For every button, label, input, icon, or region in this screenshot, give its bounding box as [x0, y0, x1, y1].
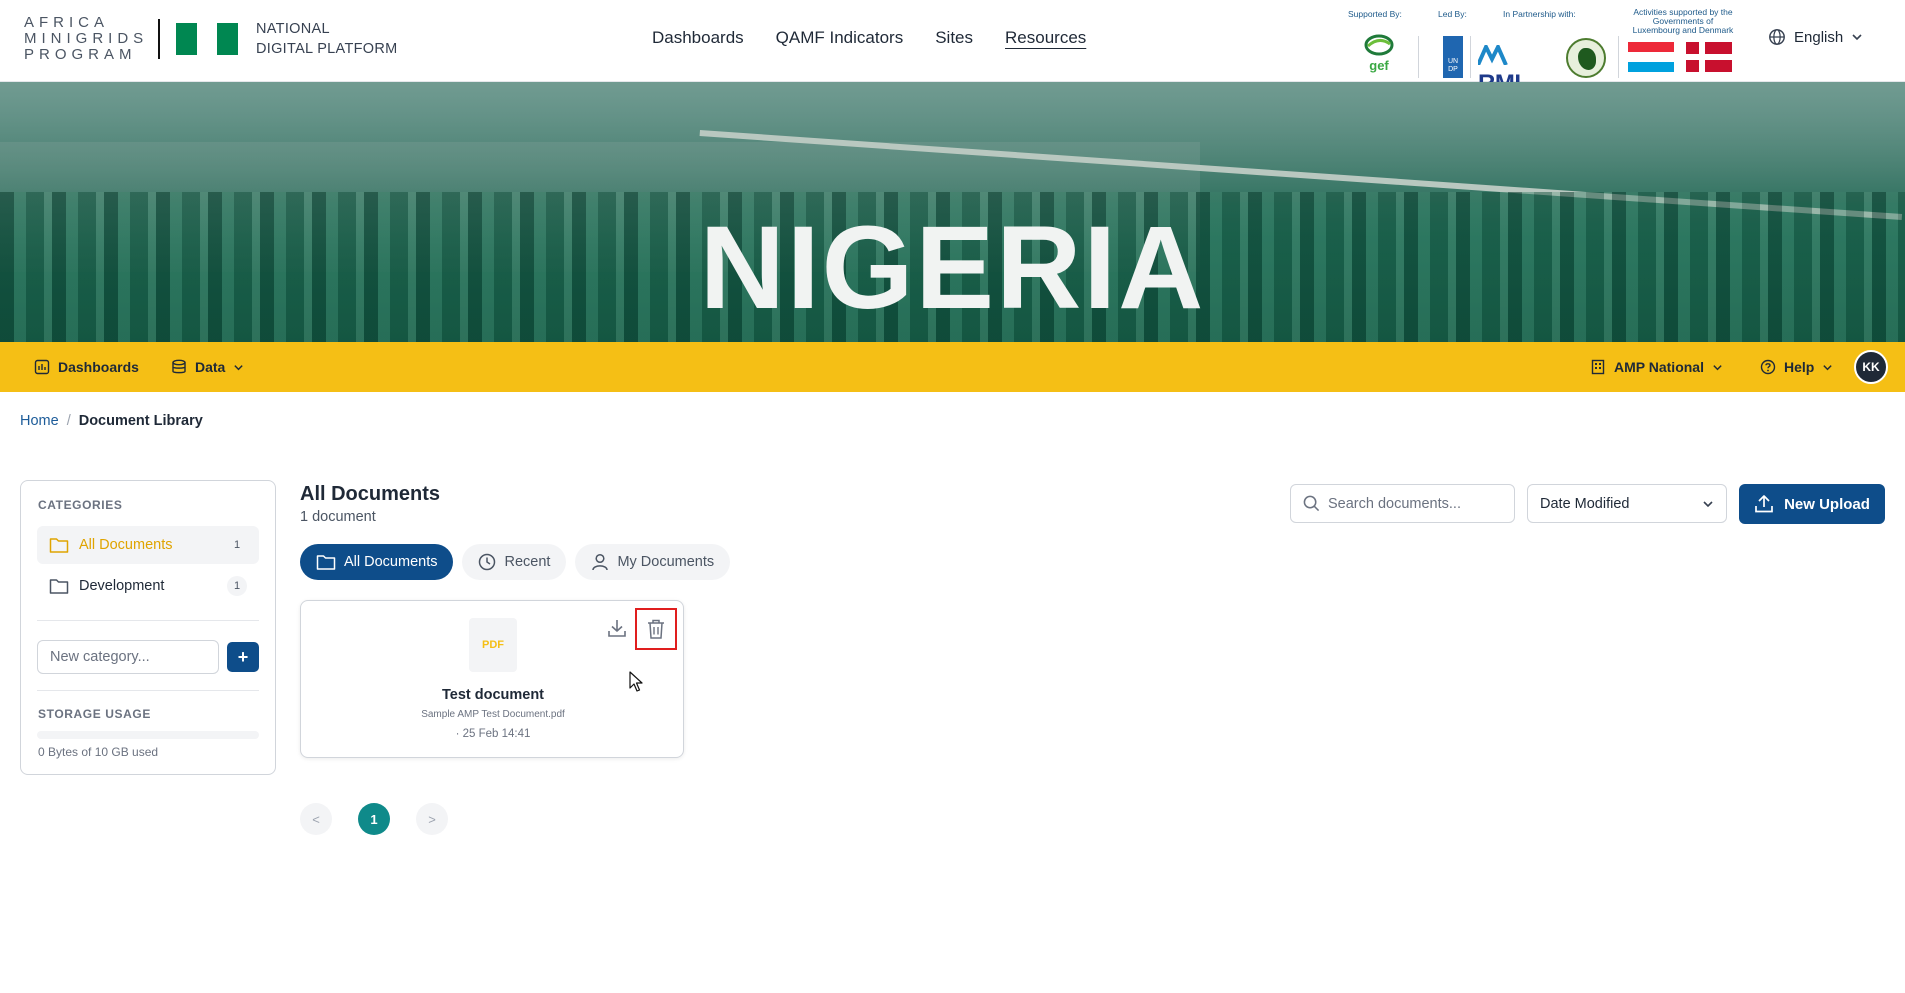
next-page-button[interactable]: >	[416, 803, 448, 835]
partner-separator	[1618, 36, 1619, 78]
sidebar-divider	[37, 690, 259, 691]
category-count-badge: 1	[227, 535, 247, 555]
help-circle-icon	[1760, 359, 1776, 375]
brand[interactable]: AFRICA MINIGRIDS PROGRAM NATIONAL DIGITA…	[24, 14, 398, 64]
nav-sites[interactable]: Sites	[935, 28, 973, 48]
categories-sidebar: CATEGORIES All Documents 1 Development 1…	[20, 480, 276, 775]
sort-value: Date Modified	[1540, 495, 1630, 512]
platform-name: NATIONAL DIGITAL PLATFORM	[256, 21, 398, 57]
luxembourg-flag-icon	[1628, 42, 1674, 72]
new-category-input[interactable]	[37, 640, 219, 674]
subnav-org-selector[interactable]: AMP National	[1590, 342, 1723, 392]
building-icon	[1591, 359, 1605, 375]
pdf-file-icon: PDF	[469, 618, 517, 672]
category-development[interactable]: Development 1	[37, 567, 259, 605]
partner-separator	[1418, 36, 1419, 78]
upload-icon	[1755, 495, 1773, 513]
trash-icon	[648, 619, 664, 639]
denmark-flag-icon	[1686, 42, 1732, 72]
category-all-documents[interactable]: All Documents 1	[37, 526, 259, 564]
user-avatar[interactable]: KK	[1854, 350, 1888, 384]
nigeria-flag-icon	[176, 23, 239, 55]
chevron-down-icon	[1703, 500, 1713, 507]
sort-select[interactable]: Date Modified	[1527, 484, 1727, 523]
gef-logo: gef	[1364, 34, 1394, 73]
chevron-down-icon	[1823, 364, 1833, 370]
new-upload-button[interactable]: New Upload	[1739, 484, 1885, 524]
document-date: · 25 Feb 14:41	[455, 728, 531, 740]
subnav-help[interactable]: Help	[1760, 342, 1833, 392]
folder-icon	[49, 579, 69, 594]
clock-icon	[479, 553, 496, 571]
tab-recent[interactable]: Recent	[462, 544, 567, 580]
tab-my-documents[interactable]: My Documents	[575, 544, 731, 580]
document-count: 1 document	[300, 509, 376, 525]
storage-progress-bar	[37, 731, 259, 739]
secondary-nav: Dashboards Data AMP National Help KK	[0, 342, 1905, 392]
download-icon	[608, 620, 626, 637]
user-icon	[592, 553, 609, 571]
breadcrumb-separator: /	[66, 413, 71, 429]
pagination: < 1 >	[300, 803, 448, 835]
language-selector[interactable]: English	[1768, 28, 1863, 46]
top-header: AFRICA MINIGRIDS PROGRAM NATIONAL DIGITA…	[0, 0, 1905, 97]
brand-divider	[158, 19, 160, 59]
nav-qamf-indicators[interactable]: QAMF Indicators	[776, 28, 904, 48]
category-count-badge: 1	[227, 576, 247, 596]
mouse-cursor-icon	[629, 671, 643, 692]
storage-title: STORAGE USAGE	[38, 707, 151, 721]
chevron-down-icon	[234, 364, 244, 370]
upload-label: New Upload	[1784, 495, 1870, 513]
database-icon	[172, 359, 186, 374]
category-name: All Documents	[79, 537, 173, 553]
storage-usage-text: 0 Bytes of 10 GB used	[38, 745, 159, 759]
tab-all-documents[interactable]: All Documents	[300, 544, 454, 580]
african-union-logo	[1566, 38, 1606, 78]
activities-supported-label: Activities supported by the Governments …	[1632, 7, 1734, 35]
breadcrumb: Home / Document Library	[20, 413, 203, 429]
add-category-button[interactable]: +	[227, 642, 259, 672]
globe-icon	[1769, 29, 1785, 45]
search-box[interactable]	[1290, 484, 1515, 523]
language-label: English	[1794, 28, 1844, 46]
page-1-button[interactable]: 1	[358, 803, 390, 835]
subnav-dashboards[interactable]: Dashboards	[34, 342, 139, 392]
document-card[interactable]: PDF Test document Sample AMP Test Docume…	[300, 600, 684, 758]
folder-icon	[49, 538, 69, 553]
svg-text:gef: gef	[1369, 58, 1389, 73]
search-input[interactable]	[1328, 495, 1508, 512]
partner-separator	[1470, 36, 1471, 78]
sidebar-divider	[37, 620, 259, 621]
in-partnership-label: In Partnership with:	[1503, 9, 1576, 19]
main-nav: Dashboards QAMF Indicators Sites Resourc…	[652, 28, 1086, 48]
nav-resources[interactable]: Resources	[1005, 28, 1086, 48]
document-tabs: All Documents Recent My Documents	[300, 544, 731, 580]
bar-chart-icon	[34, 359, 50, 375]
category-name: Development	[79, 578, 165, 594]
rmi-mark-icon	[1476, 42, 1508, 66]
search-icon	[1303, 495, 1320, 512]
prev-page-button[interactable]: <	[300, 803, 332, 835]
chevron-down-icon	[1852, 34, 1862, 41]
hero-banner: NIGERIA	[0, 82, 1905, 342]
breadcrumb-home[interactable]: Home	[20, 413, 59, 429]
document-filename: Sample AMP Test Document.pdf	[421, 709, 565, 720]
hero-title: NIGERIA	[699, 202, 1206, 334]
download-button[interactable]	[599, 610, 635, 646]
led-by-label: Led By:	[1438, 9, 1467, 19]
document-name: Test document	[441, 687, 545, 703]
folder-icon	[316, 555, 336, 570]
subnav-data[interactable]: Data	[171, 342, 244, 392]
breadcrumb-current: Document Library	[78, 413, 203, 429]
chevron-down-icon	[1713, 364, 1722, 370]
undp-logo: UN DP	[1443, 36, 1463, 78]
nav-dashboards[interactable]: Dashboards	[652, 28, 744, 48]
page-title: All Documents	[300, 483, 441, 505]
categories-title: CATEGORIES	[38, 498, 123, 512]
amp-logo: AFRICA MINIGRIDS PROGRAM	[24, 14, 149, 63]
supported-by-label: Supported By:	[1348, 9, 1402, 19]
delete-button[interactable]	[635, 608, 677, 650]
